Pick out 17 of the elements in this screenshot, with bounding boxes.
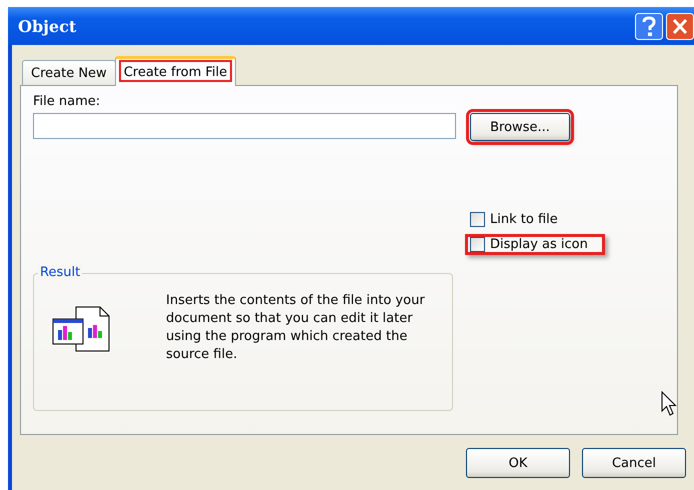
dialog-button[interactable]: Cancel [582,448,686,478]
dialog-button[interactable]: OK [466,448,570,478]
mouse-pointer-icon [661,391,677,417]
checkbox[interactable] [470,212,485,227]
result-description: Inserts the contents of the file into your document so that you can edit it later using the program which created the source file. [166,292,426,364]
checkbox[interactable] [470,237,485,252]
tab[interactable]: Create New [22,60,116,85]
group-title: Result [38,265,82,280]
file-name-label: File name: [33,94,102,109]
window-title: Object [18,16,76,36]
tab[interactable]: Create from File [114,56,236,86]
checkbox-label[interactable]: Link to file [490,212,558,227]
help-button[interactable] [635,12,663,40]
checkbox-label[interactable]: Display as icon [490,237,588,252]
close-button[interactable] [666,12,694,40]
document-chart-icon [52,306,110,352]
file-name-field[interactable] [33,113,456,139]
